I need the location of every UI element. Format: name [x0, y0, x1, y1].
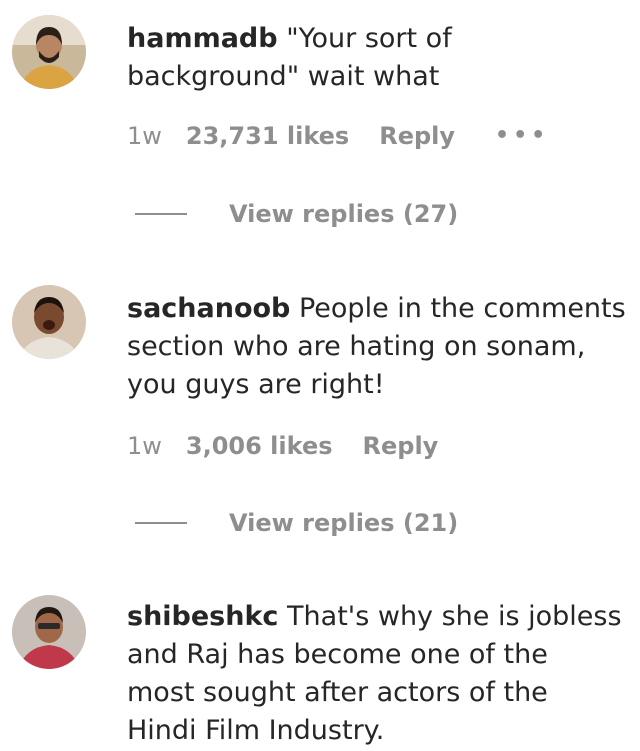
- divider: [135, 213, 187, 215]
- avatar[interactable]: [12, 15, 86, 89]
- reply-button[interactable]: Reply: [363, 431, 439, 461]
- comment-text: shibeshkc That's why she is jobless and …: [127, 598, 640, 750]
- reply-button[interactable]: Reply: [379, 121, 455, 151]
- comment-meta: 1w 3,006 likes Reply: [127, 431, 478, 461]
- view-replies-button[interactable]: View replies (27): [135, 199, 458, 229]
- username[interactable]: shibeshkc: [127, 601, 278, 632]
- divider: [135, 522, 187, 524]
- timestamp: 1w: [127, 122, 162, 150]
- username[interactable]: hammadb: [127, 23, 278, 54]
- username[interactable]: sachanoob: [127, 293, 290, 324]
- comment-text-line: you guys are right!: [127, 369, 385, 400]
- comment-text-line: and Raj has become one of the: [127, 639, 548, 670]
- timestamp: 1w: [127, 432, 162, 460]
- comment-text: hammadb "Your sort of background" wait w…: [127, 20, 640, 96]
- avatar[interactable]: [12, 595, 86, 669]
- more-options-icon[interactable]: •••: [495, 121, 549, 151]
- comment-text-line: That's why she is jobless: [287, 601, 622, 632]
- view-replies-button[interactable]: View replies (21): [135, 508, 458, 538]
- comment-text: sachanoob People in the comments section…: [127, 290, 640, 404]
- likes-count[interactable]: 23,731 likes: [186, 121, 349, 151]
- avatar[interactable]: [12, 285, 86, 359]
- comment-text-line: background" wait what: [127, 61, 440, 92]
- comment-text-line: "Your sort of: [286, 23, 452, 54]
- likes-count[interactable]: 3,006 likes: [186, 431, 333, 461]
- view-replies-label: View replies (27): [229, 200, 459, 228]
- comment-text-line: most sought after actors of the: [127, 677, 548, 708]
- comment-text-line: People in the comments: [298, 293, 626, 324]
- view-replies-label: View replies (21): [229, 509, 459, 537]
- comment-text-line: section who are hating on sonam,: [127, 331, 586, 362]
- comment-meta: 1w 23,731 likes Reply •••: [127, 121, 549, 151]
- comment-text-line: Hindi Film Industry.: [127, 715, 385, 746]
